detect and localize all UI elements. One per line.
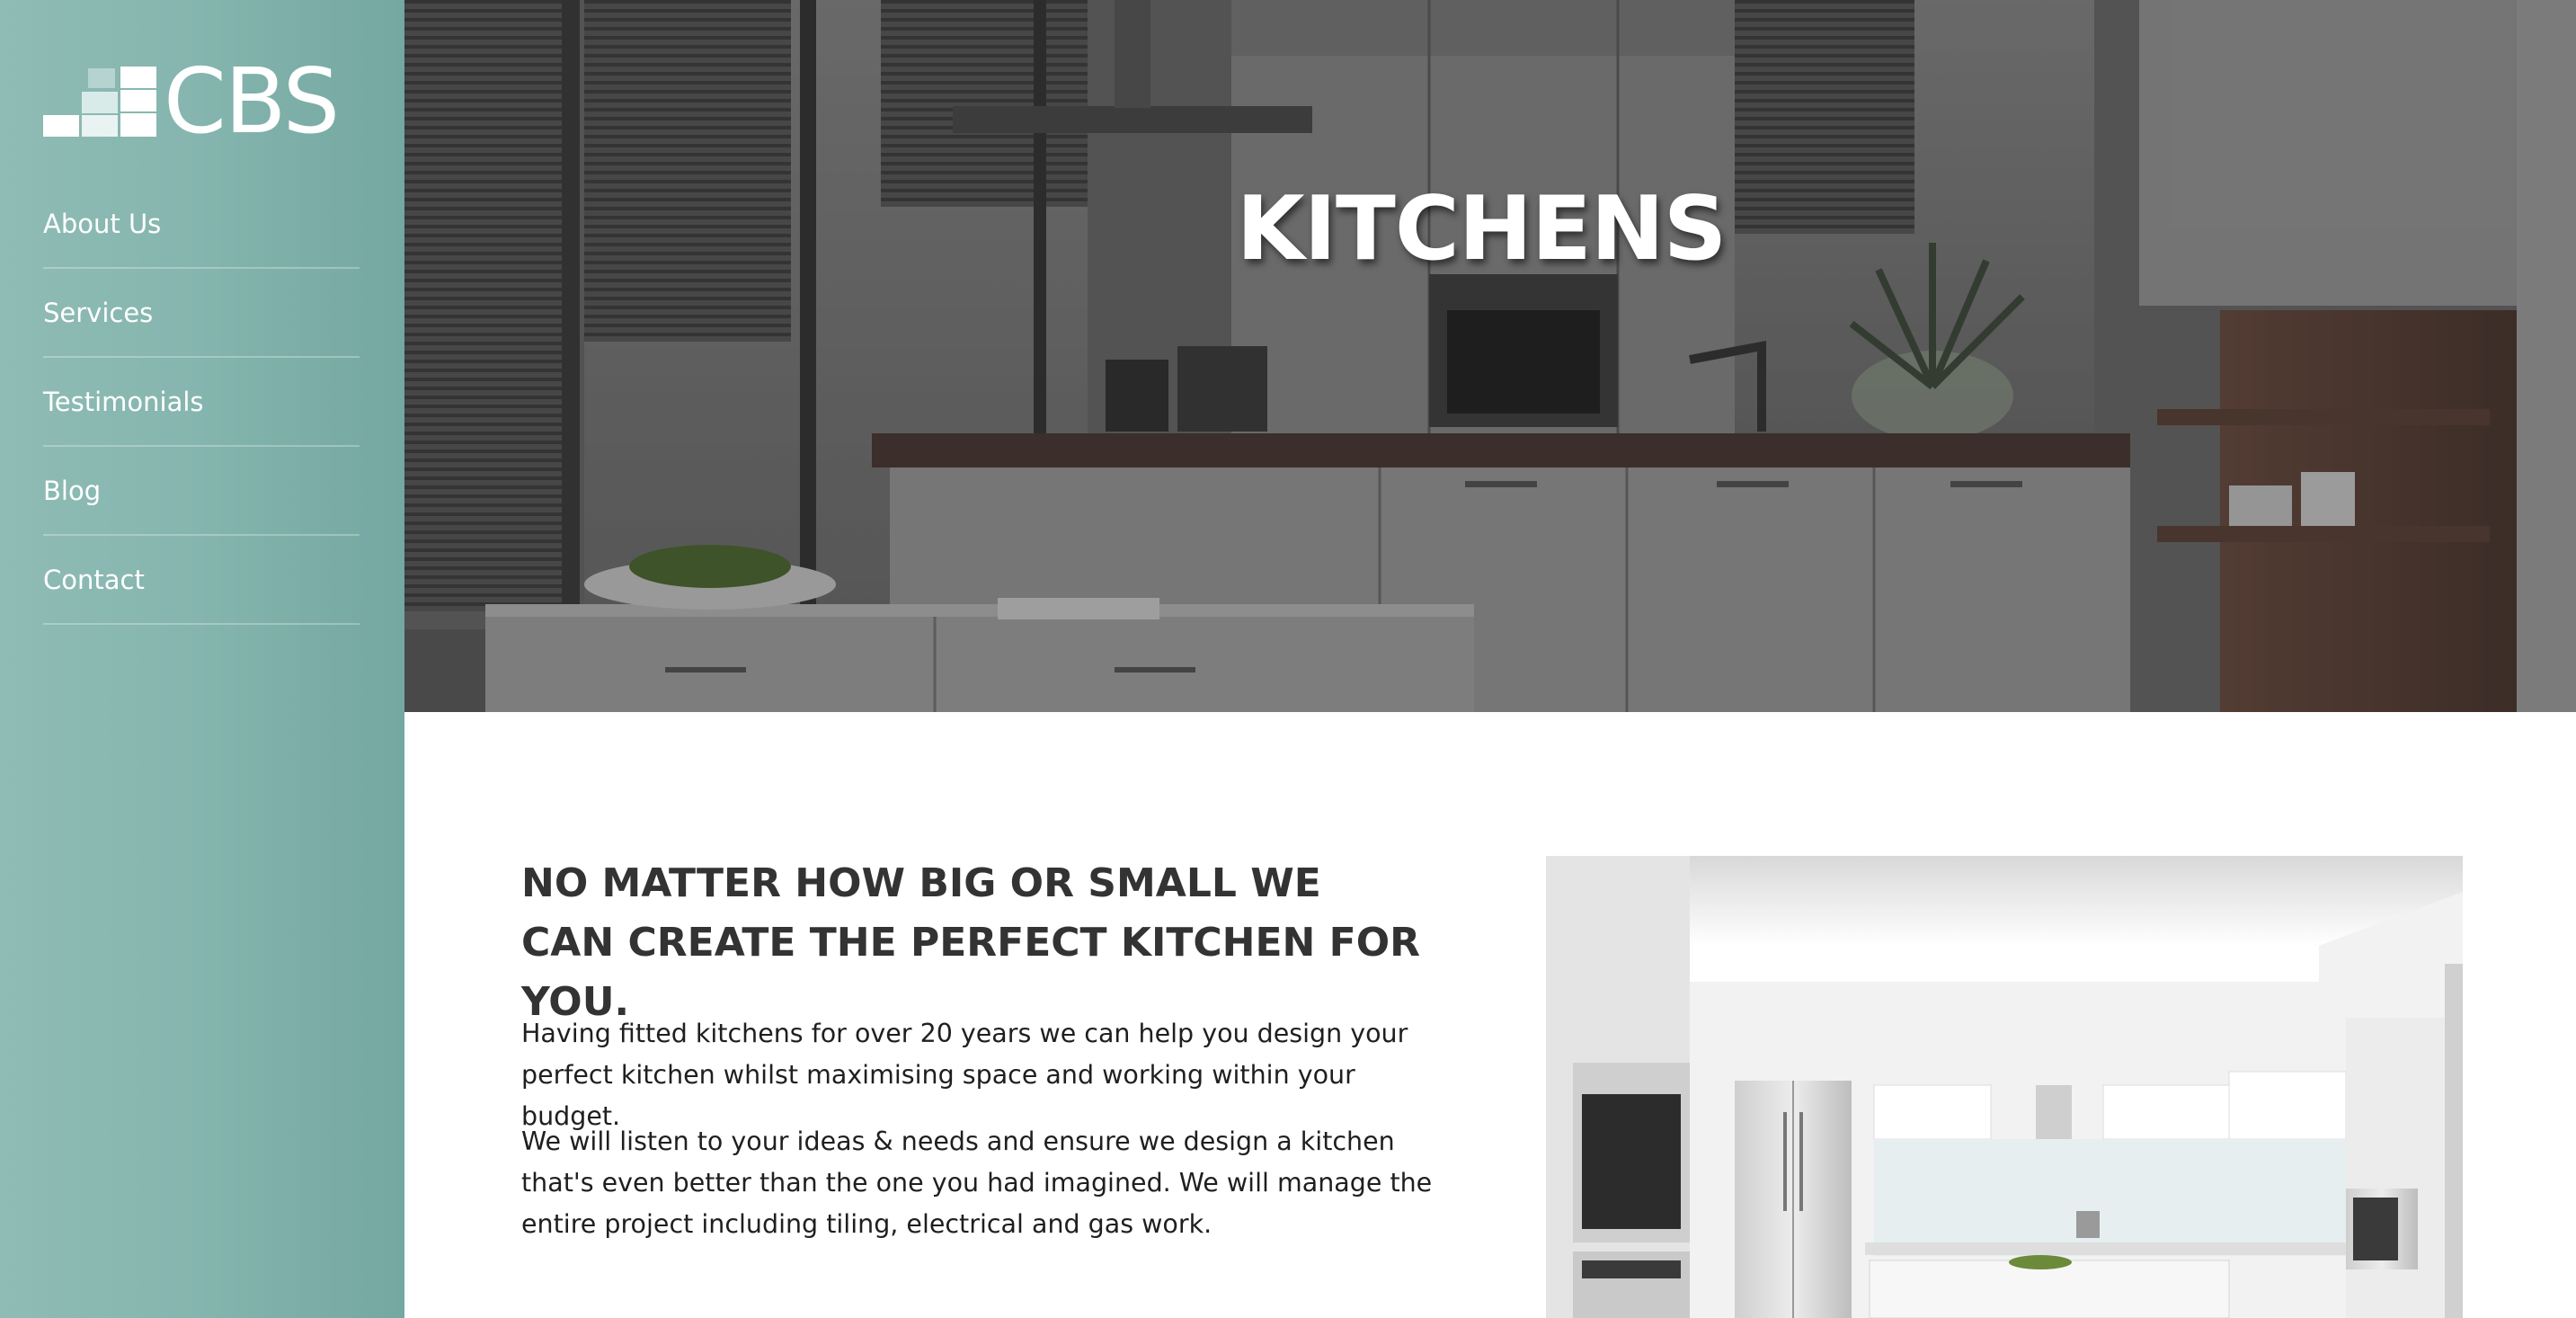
logo-text: CBS [164,49,340,154]
sidebar: CBS About Us Services Testimonials Blog … [0,0,404,1318]
nav-item-services[interactable]: Services [43,269,360,358]
kitchen-photo [1546,856,2463,1318]
nav-item-about-us[interactable]: About Us [43,180,360,269]
hero-title: KITCHENS [1236,178,1728,281]
nav-label: Testimonials [43,386,204,417]
body-paragraph-1: Having fitted kitchens for over 20 years… [521,1019,1408,1131]
nav-label: Contact [43,564,145,595]
hero-overlay [404,0,2576,712]
nav-label: Blog [43,475,102,506]
kitchen-photo-image [1546,856,2463,1318]
hero-banner: KITCHENS [404,0,2576,712]
body-paragraph-2: We will listen to your ideas & needs and… [521,1127,1433,1239]
logo[interactable]: CBS [43,52,358,151]
nav-item-testimonials[interactable]: Testimonials [43,358,360,447]
nav-label: About Us [43,208,162,239]
nav-label: Services [43,297,154,328]
nav-item-contact[interactable]: Contact [43,536,360,625]
main-nav: About Us Services Testimonials Blog Cont… [43,180,360,625]
section-heading: NO MATTER HOW BIG OR SMALL WE CAN CREATE… [521,860,1421,1025]
nav-item-blog[interactable]: Blog [43,447,360,536]
logo-mark-icon [43,67,156,137]
